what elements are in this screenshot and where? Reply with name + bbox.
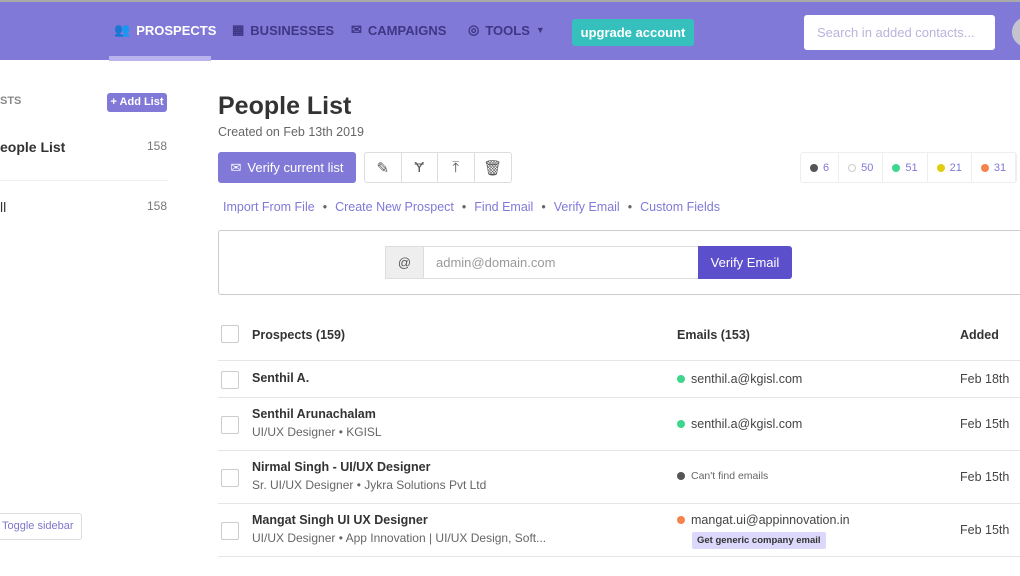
add-list-button[interactable]: + Add List — [107, 93, 167, 112]
select-all-checkbox[interactable] — [221, 325, 239, 343]
sidebar-item-people-list[interactable]: eople List 158 — [0, 139, 168, 157]
link-create-new-prospect[interactable]: Create New Prospect — [335, 200, 454, 214]
email-cell[interactable]: mangat.ui@appinnovation.in — [677, 513, 850, 527]
caret-down-icon: ▼ — [535, 25, 545, 35]
envelope-check-icon: ✉ — [230, 159, 242, 175]
avatar[interactable] — [1012, 17, 1020, 47]
table-row[interactable]: Senthil Arunachalam UI/UX Designer • KGIS… — [218, 397, 1020, 450]
sidebar-item-all[interactable]: ll 158 — [0, 199, 168, 217]
action-links: Import From File • Create New Prospect • Fin… — [223, 200, 720, 214]
header-added[interactable]: Added — [960, 328, 999, 342]
prospect-title: UI/UX Designer • KGISL — [252, 425, 382, 439]
status-dot-icon — [936, 163, 945, 172]
people-icon: 👥 — [114, 22, 131, 37]
separator: • — [461, 200, 467, 214]
target-icon: ◎ — [468, 22, 480, 37]
link-import-from-file[interactable]: Import From File — [223, 200, 315, 214]
status-counts: 6 50 51 21 31 — [800, 152, 1018, 183]
search-input[interactable] — [804, 15, 995, 50]
edit-icon[interactable]: ✎ — [365, 153, 402, 182]
trash-icon[interactable]: 🗑 — [475, 153, 512, 182]
status-count-value: 6 — [823, 161, 830, 174]
verify-email-button[interactable]: Verify Email — [698, 246, 792, 279]
status-count[interactable]: 6 — [801, 153, 840, 182]
upgrade-account-button[interactable]: upgrade account — [572, 19, 694, 46]
email-field[interactable] — [423, 246, 699, 279]
added-date: Feb 18th — [960, 371, 1010, 386]
active-tab-indicator — [109, 56, 211, 61]
envelope-icon: ✉ — [351, 22, 362, 37]
added-date: Feb 15th — [960, 469, 1010, 484]
added-date: Feb 15th — [960, 522, 1010, 537]
email-text: senthil.a@kgisl.com — [691, 416, 803, 431]
table-row[interactable]: Mangat Singh UI UX Designer UI/UX Designe… — [218, 503, 1020, 556]
prospect-name[interactable]: Nirmal Singh - UI/UX Designer — [252, 460, 431, 474]
verify-list-button[interactable]: ✉ Verify current list — [218, 152, 356, 183]
status-count-value: 50 — [861, 161, 874, 174]
list-actions: ✎ Ɏ ⤒ 🗑 — [364, 152, 512, 183]
status-count[interactable]: 31 — [972, 153, 1017, 182]
created-date: Created on Feb 13th 2019 — [218, 125, 364, 139]
email-cell[interactable]: senthil.a@kgisl.com — [677, 372, 802, 386]
status-dot-icon — [980, 163, 989, 172]
prospect-title: UI/UX Designer • App Innovation | UI/UX … — [252, 531, 547, 545]
link-custom-fields[interactable]: Custom Fields — [640, 200, 720, 214]
table-row[interactable]: Senthil A. senthil.a@kgisl.com Feb 18th — [218, 360, 1020, 397]
email-cell[interactable]: Can't find emails — [677, 470, 768, 482]
row-checkbox[interactable] — [221, 370, 239, 389]
email-text: mangat.ui@appinnovation.in — [691, 513, 850, 527]
nav-campaigns[interactable]: ✉ CAMPAIGNS — [351, 22, 446, 38]
separator: • — [541, 200, 546, 214]
nav-tools[interactable]: ◎ TOOLS ▼ — [468, 22, 545, 38]
row-checkbox[interactable] — [221, 415, 239, 434]
sidebar-heading: STS — [0, 95, 22, 107]
status-dot-icon — [677, 374, 685, 383]
table-row[interactable]: Nirmal Singh - UI/UX Designer Sr. UI/UX D… — [218, 450, 1020, 503]
status-count-value: 51 — [905, 161, 918, 174]
separator: • — [322, 200, 328, 214]
building-icon: ▦ — [232, 22, 245, 37]
status-dot-icon — [892, 163, 901, 172]
link-verify-email[interactable]: Verify Email — [554, 200, 620, 214]
status-count[interactable]: 50 — [839, 153, 884, 182]
status-count[interactable]: 21 — [928, 153, 972, 182]
status-dot-icon — [677, 471, 685, 480]
status-count[interactable]: 51 — [883, 153, 928, 182]
header-prospects[interactable]: Prospects (159) — [252, 328, 345, 342]
separator: • — [627, 200, 633, 214]
email-cell[interactable]: senthil.a@kgisl.com — [677, 417, 802, 431]
row-checkbox[interactable] — [221, 468, 239, 487]
at-addon: @ — [385, 246, 424, 279]
merge-icon[interactable]: Ɏ — [402, 153, 438, 182]
toggle-sidebar-button[interactable]: Toggle sidebar — [0, 513, 82, 540]
status-dot-icon — [810, 163, 818, 172]
divider — [0, 180, 168, 181]
status-dot-icon — [677, 419, 685, 428]
prospect-name[interactable]: Senthil Arunachalam — [252, 407, 376, 421]
nav-prospects[interactable]: 👥 PROSPECTS — [114, 22, 216, 38]
status-dot-icon — [677, 516, 685, 524]
generic-email-badge[interactable]: Get generic company email — [692, 532, 826, 549]
status-dot-icon — [848, 163, 857, 172]
prospect-name[interactable]: Mangat Singh UI UX Designer — [252, 513, 428, 527]
status-count-value: 21 — [949, 161, 962, 174]
added-date: Feb 15th — [960, 416, 1010, 431]
status-count-value: 31 — [993, 161, 1007, 174]
email-text: Can't find emails — [691, 469, 769, 482]
link-find-email[interactable]: Find Email — [474, 200, 533, 214]
upload-icon[interactable]: ⤒ — [438, 153, 475, 182]
top-nav: 👥 PROSPECTS ▦ BUSINESSES ✉ CAMPAIGNS ◎ TOOLS… — [0, 0, 1020, 61]
row-checkbox[interactable] — [221, 521, 239, 540]
header-emails[interactable]: Emails (153) — [677, 328, 750, 342]
prospect-name[interactable]: Senthil A. — [252, 371, 309, 385]
table-row[interactable] — [218, 556, 1020, 576]
email-text: senthil.a@kgisl.com — [691, 371, 803, 386]
nav-businesses[interactable]: ▦ BUSINESSES — [232, 22, 334, 38]
page-title: People List — [218, 92, 352, 120]
prospect-title: Sr. UI/UX Designer • Jykra Solutions Pvt… — [252, 478, 487, 492]
